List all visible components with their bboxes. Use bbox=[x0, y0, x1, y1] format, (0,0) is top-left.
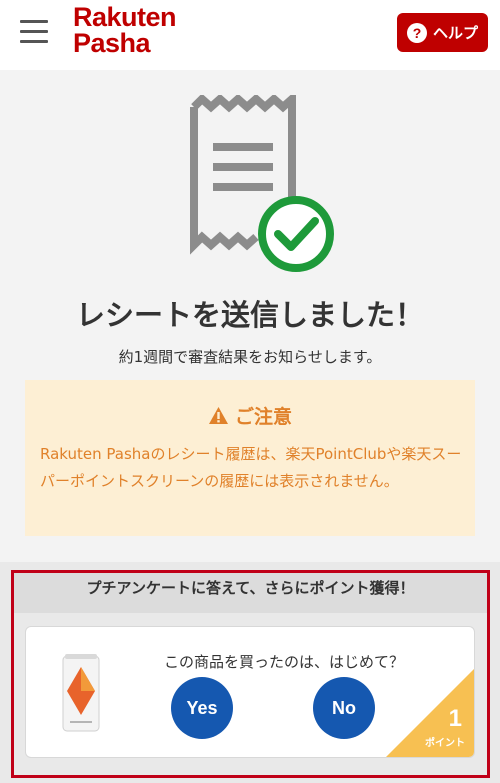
help-question-icon: ? bbox=[406, 22, 427, 43]
logo-line-1: Rakuten bbox=[73, 2, 177, 32]
receipt-icon bbox=[190, 95, 334, 272]
help-button[interactable]: ? ヘルプ bbox=[397, 13, 488, 52]
page-title: レシートを送信しました！ bbox=[75, 298, 424, 332]
check-circle-icon bbox=[258, 196, 334, 272]
notice-body: Rakuten Pashaのレシート履歴は、楽天PointClubや楽天スーパー… bbox=[40, 445, 462, 490]
hamburger-menu-icon[interactable] bbox=[20, 20, 48, 44]
notice-title: ご注意 bbox=[234, 406, 292, 428]
page-subtitle: 約1週間で審査結果をお知らせします。 bbox=[118, 348, 382, 366]
notice-box: ご注意 Rakuten Pashaのレシート履歴は、楽天PointClubや楽天… bbox=[25, 380, 475, 536]
logo-line-2: Pasha bbox=[73, 28, 151, 58]
app-header: Rakuten Pasha ? ヘルプ bbox=[0, 0, 500, 70]
rakuten-pasha-logo[interactable]: Rakuten Pasha bbox=[73, 2, 177, 58]
notice-header: ご注意 bbox=[25, 402, 475, 429]
warning-icon bbox=[208, 407, 228, 424]
survey-highlight-frame bbox=[11, 570, 490, 778]
help-button-label: ヘルプ bbox=[432, 24, 478, 42]
